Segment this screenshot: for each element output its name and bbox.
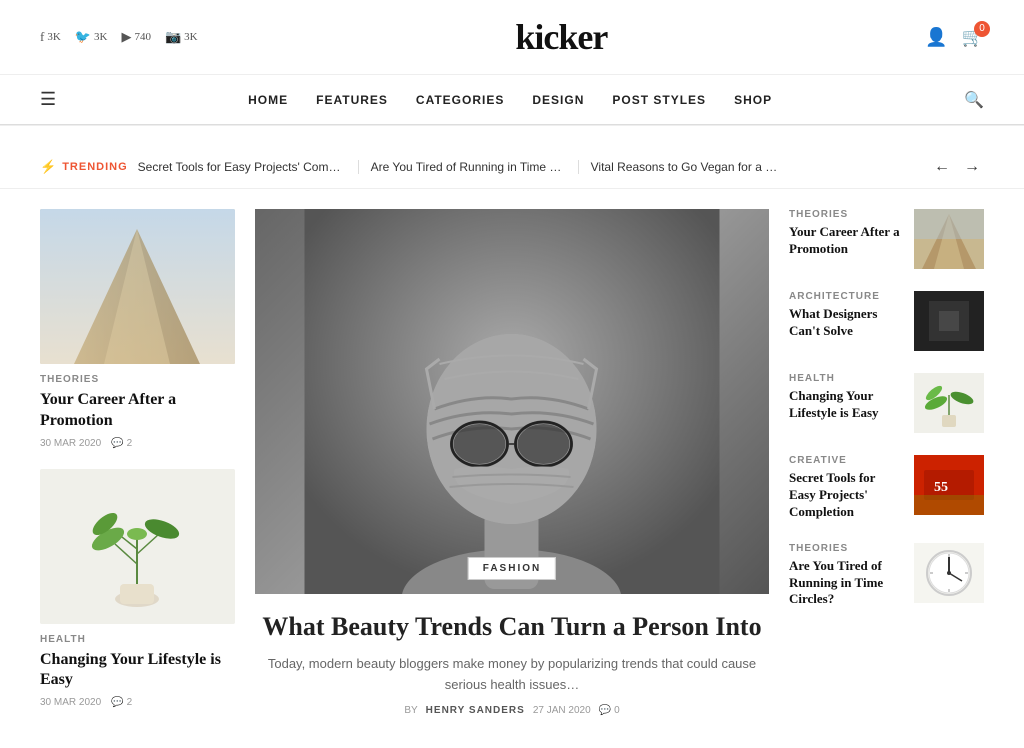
right-article-5-image[interactable]: [914, 543, 984, 603]
trending-next[interactable]: →: [960, 156, 984, 178]
main-content: THEORIES Your Career After a Promotion 3…: [0, 189, 1024, 748]
center-column: FASHION What Beauty Trends Can Turn a Pe…: [255, 209, 769, 728]
nav-shop[interactable]: SHOP: [734, 93, 772, 107]
twitter-count: 3K: [94, 31, 107, 43]
nav-links: HOME FEATURES CATEGORIES DESIGN POST STY…: [248, 93, 772, 107]
right-article-2-text: ARCHITECTURE What Designers Can't Solve: [789, 291, 904, 340]
trending-nav: ← →: [930, 156, 984, 178]
hamburger-menu[interactable]: ☰: [40, 89, 56, 110]
nav-features[interactable]: FEATURES: [316, 93, 388, 107]
left-article-1-title[interactable]: Your Career After a Promotion: [40, 390, 235, 432]
right-article-3-image[interactable]: [914, 373, 984, 433]
svg-text:55: 55: [934, 480, 948, 495]
hero-meta: BY HENRY SANDERS 27 JAN 2020 💬 0: [255, 705, 769, 716]
facebook-icon: f: [40, 29, 44, 45]
navigation: ☰ HOME FEATURES CATEGORIES DESIGN POST S…: [0, 75, 1024, 125]
trending-items: Secret Tools for Easy Projects' Compl … …: [138, 160, 920, 174]
left-article-2-title[interactable]: Changing Your Lifestyle is Easy: [40, 650, 235, 692]
left-article-1-meta: 30 MAR 2020 💬 2: [40, 438, 235, 449]
user-icon[interactable]: 👤: [925, 27, 947, 48]
hero-category-badge: FASHION: [468, 557, 556, 580]
right-article-5-category: THEORIES: [789, 543, 904, 554]
right-article-1-title[interactable]: Your Career After a Promotion: [789, 224, 904, 258]
comment-icon-2: 💬: [111, 697, 123, 708]
cart-wrapper: 🛒 0: [962, 27, 984, 48]
trending-prev[interactable]: ←: [930, 156, 954, 178]
right-article-3-text: HEALTH Changing Your Lifestyle is Easy: [789, 373, 904, 422]
lightning-icon: ⚡: [40, 159, 57, 175]
header-actions: 👤 🛒 0: [925, 27, 984, 48]
nav-categories[interactable]: CATEGORIES: [416, 93, 504, 107]
header: f 3K 🐦 3K ▶ 740 📷 3K kicker 👤 🛒 0: [0, 0, 1024, 75]
nav-post-styles[interactable]: POST STYLES: [612, 93, 706, 107]
youtube-social[interactable]: ▶ 740: [121, 29, 151, 45]
youtube-icon: ▶: [121, 29, 131, 45]
instagram-count: 3K: [184, 31, 197, 43]
right-article-4-image[interactable]: 55: [914, 455, 984, 515]
left-article-2-comments: 💬 2: [111, 697, 132, 708]
hero-by-label: BY: [404, 705, 417, 716]
cart-badge: 0: [974, 21, 990, 37]
left-article-2-image[interactable]: [40, 469, 235, 624]
right-article-2: ARCHITECTURE What Designers Can't Solve: [789, 291, 984, 351]
right-article-3-title[interactable]: Changing Your Lifestyle is Easy: [789, 388, 904, 422]
right-article-4-category: CREATIVE: [789, 455, 904, 466]
right-article-1: THEORIES Your Career After a Promotion: [789, 209, 984, 269]
left-article-1-image[interactable]: [40, 209, 235, 364]
left-article-2-meta: 30 MAR 2020 💬 2: [40, 697, 235, 708]
hero-author[interactable]: HENRY SANDERS: [426, 705, 525, 716]
hero-comments: 💬 0: [599, 705, 620, 716]
left-article-2: HEALTH Changing Your Lifestyle is Easy 3…: [40, 469, 235, 709]
instagram-icon: 📷: [165, 29, 181, 45]
trending-item-1[interactable]: Secret Tools for Easy Projects' Compl …: [138, 160, 358, 174]
hero-image: FASHION: [255, 209, 769, 594]
right-article-2-title[interactable]: What Designers Can't Solve: [789, 306, 904, 340]
left-article-1: THEORIES Your Career After a Promotion 3…: [40, 209, 235, 449]
nav-design[interactable]: DESIGN: [532, 93, 584, 107]
right-article-5-text: THEORIES Are You Tired of Running in Tim…: [789, 543, 904, 609]
nav-divider: [0, 125, 1024, 126]
right-article-3-category: HEALTH: [789, 373, 904, 384]
right-article-5: THEORIES Are You Tired of Running in Tim…: [789, 543, 984, 609]
right-column: THEORIES Your Career After a Promotion A…: [789, 209, 984, 728]
trending-label: ⚡ TRENDING: [40, 159, 128, 175]
trending-item-2[interactable]: Are You Tired of Running in Time Circl…: [358, 160, 578, 174]
trending-bar: ⚡ TRENDING Secret Tools for Easy Project…: [0, 146, 1024, 189]
site-logo[interactable]: kicker: [515, 16, 607, 58]
left-article-2-category: HEALTH: [40, 634, 235, 645]
hero-comment-icon: 💬: [599, 705, 611, 716]
right-article-4: CREATIVE Secret Tools for Easy Projects'…: [789, 455, 984, 521]
instagram-social[interactable]: 📷 3K: [165, 29, 198, 45]
left-article-1-category: THEORIES: [40, 374, 235, 385]
right-article-5-title[interactable]: Are You Tired of Running in Time Circles…: [789, 558, 904, 609]
right-article-4-text: CREATIVE Secret Tools for Easy Projects'…: [789, 455, 904, 521]
nav-home[interactable]: HOME: [248, 93, 288, 107]
right-article-1-image[interactable]: [914, 209, 984, 269]
social-links: f 3K 🐦 3K ▶ 740 📷 3K: [40, 29, 198, 45]
comment-icon-1: 💬: [111, 438, 123, 449]
facebook-social[interactable]: f 3K: [40, 29, 61, 45]
twitter-social[interactable]: 🐦 3K: [75, 29, 108, 45]
hero-excerpt: Today, modern beauty bloggers make money…: [255, 654, 769, 696]
left-article-1-comments: 💬 2: [111, 438, 132, 449]
right-article-2-image[interactable]: [914, 291, 984, 351]
trending-item-3[interactable]: Vital Reasons to Go Vegan for a Month: [578, 160, 798, 174]
facebook-count: 3K: [47, 31, 60, 43]
hero-date: 27 JAN 2020: [533, 705, 591, 716]
search-icon[interactable]: 🔍: [964, 90, 984, 110]
hero-image-wrapper[interactable]: FASHION: [255, 209, 769, 594]
right-article-3: HEALTH Changing Your Lifestyle is Easy: [789, 373, 984, 433]
trending-text: TRENDING: [62, 161, 127, 173]
right-article-1-text: THEORIES Your Career After a Promotion: [789, 209, 904, 258]
right-article-2-category: ARCHITECTURE: [789, 291, 904, 302]
left-column: THEORIES Your Career After a Promotion 3…: [40, 209, 235, 728]
left-article-2-date: 30 MAR 2020: [40, 697, 101, 708]
right-article-1-category: THEORIES: [789, 209, 904, 220]
hero-title[interactable]: What Beauty Trends Can Turn a Person Int…: [255, 610, 769, 644]
youtube-count: 740: [134, 31, 151, 43]
twitter-icon: 🐦: [75, 29, 91, 45]
right-article-4-title[interactable]: Secret Tools for Easy Projects' Completi…: [789, 470, 904, 521]
left-article-1-date: 30 MAR 2020: [40, 438, 101, 449]
